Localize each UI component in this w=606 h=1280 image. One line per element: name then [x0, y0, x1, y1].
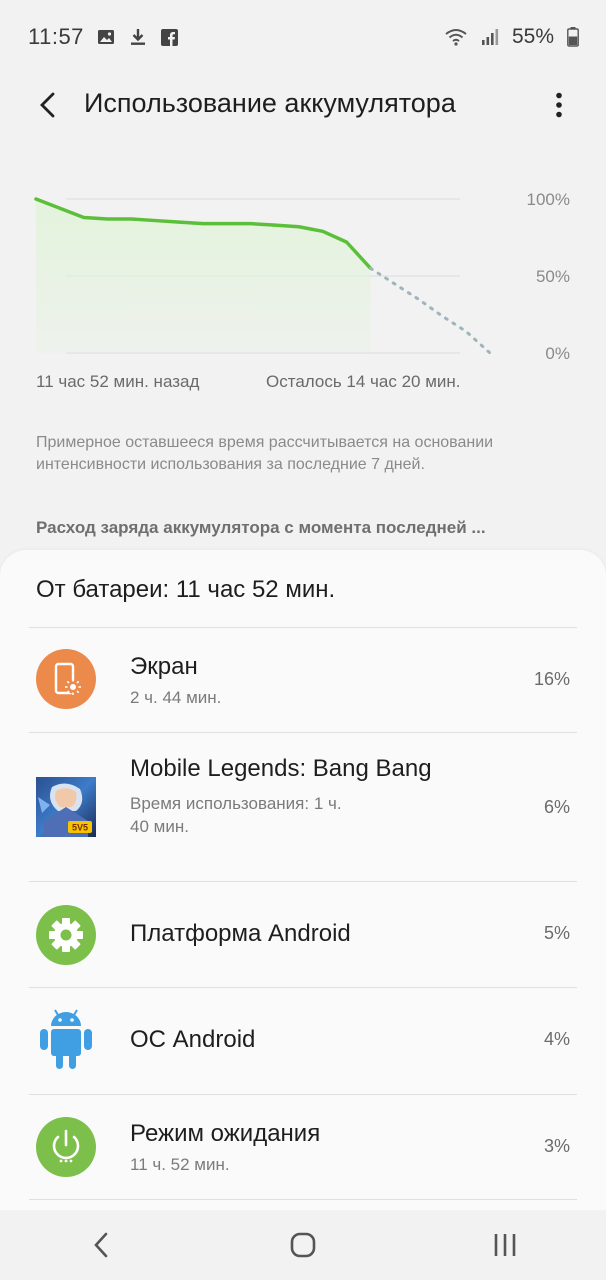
usage-item-name: Платформа Android — [130, 920, 351, 947]
chart-right-caption: Осталось 14 час 20 мин. — [266, 372, 461, 391]
status-left: 11:57 — [28, 24, 180, 50]
usage-card: От батареи: 11 час 52 мин. Экран 2 ч. 44… — [0, 550, 606, 1210]
usage-item-percent: 3% — [543, 1136, 570, 1156]
page-title: Использование аккумулятора — [84, 88, 456, 118]
nav-home-button[interactable] — [273, 1220, 333, 1270]
usage-item-name: Mobile Legends: Bang Bang — [130, 755, 432, 782]
usage-row-mobile-legends[interactable]: 5V5 Mobile Legends: Bang Bang Время испо… — [0, 733, 606, 881]
navigation-bar — [0, 1210, 606, 1280]
usage-item-sub: 2 ч. 44 мин. — [130, 688, 222, 707]
usage-item-percent: 16% — [533, 669, 570, 689]
image-icon — [96, 27, 116, 47]
status-right: 55% — [444, 25, 580, 49]
chart-predicted-line — [369, 266, 492, 355]
usage-row-android-os[interactable]: ОС Android 4% — [0, 988, 606, 1094]
nav-recents-button[interactable] — [475, 1220, 535, 1270]
usage-item-percent: 6% — [543, 797, 570, 817]
usage-row-standby[interactable]: Режим ожидания 11 ч. 52 мин. 3% — [0, 1095, 606, 1199]
usage-item-name: Экран — [130, 653, 198, 680]
battery-icon — [566, 27, 580, 47]
app-bar: Использование аккумулятора — [0, 74, 606, 136]
mobile-legends-app-icon: 5V5 — [36, 777, 96, 837]
divider — [29, 1199, 577, 1200]
battery-percent: 55% — [511, 25, 554, 48]
usage-row-android-platform[interactable]: Платформа Android 5% — [0, 882, 606, 987]
chart-y-tick-label: 0% — [545, 344, 570, 363]
signal-icon — [480, 27, 500, 47]
usage-item-name: ОС Android — [130, 1026, 256, 1053]
usage-item-percent: 5% — [543, 923, 570, 943]
back-button[interactable] — [30, 88, 64, 122]
estimate-note: Примерное оставшееся время рассчитываетс… — [36, 434, 494, 473]
battery-chart-svg: 100% 50% 0% — [34, 190, 570, 363]
usage-item-sub: Время использования: 1 ч. 40 мин. — [130, 794, 342, 836]
chart-y-tick-label: 50% — [536, 267, 570, 286]
battery-usage-chart: 100% 50% 0% 11 час 52 мин. назад Осталось … — [0, 170, 606, 400]
back-arrow-icon — [40, 92, 55, 118]
status-time: 11:57 — [28, 24, 84, 49]
card-title: От батареи: 11 час 52 мин. — [36, 576, 336, 603]
chart-y-tick-label: 100% — [527, 190, 570, 209]
wifi-icon — [444, 27, 468, 47]
facebook-icon — [160, 27, 180, 47]
back-icon — [94, 1232, 108, 1258]
usage-item-sub: 11 ч. 52 мин. — [130, 1155, 230, 1174]
svg-text:5V5: 5V5 — [72, 823, 88, 833]
home-icon — [290, 1232, 316, 1258]
power-icon — [36, 1117, 96, 1177]
download-icon — [128, 27, 148, 47]
usage-row-screen[interactable]: Экран 2 ч. 44 мин. 16% — [0, 628, 606, 732]
usage-item-percent: 4% — [543, 1029, 570, 1049]
nav-back-button[interactable] — [71, 1220, 131, 1270]
more-vert-icon — [556, 92, 562, 118]
chart-left-caption: 11 час 52 мин. назад — [36, 372, 200, 391]
more-options-button[interactable] — [544, 86, 574, 124]
screen-brightness-icon — [36, 649, 96, 709]
recents-icon — [494, 1234, 516, 1256]
android-robot-icon — [36, 1008, 96, 1069]
status-bar: 11:57 55% — [0, 0, 606, 74]
usage-item-name: Режим ожидания — [130, 1120, 321, 1147]
section-title: Расход заряда аккумулятора с момента пос… — [36, 518, 486, 537]
gear-icon — [36, 905, 96, 965]
